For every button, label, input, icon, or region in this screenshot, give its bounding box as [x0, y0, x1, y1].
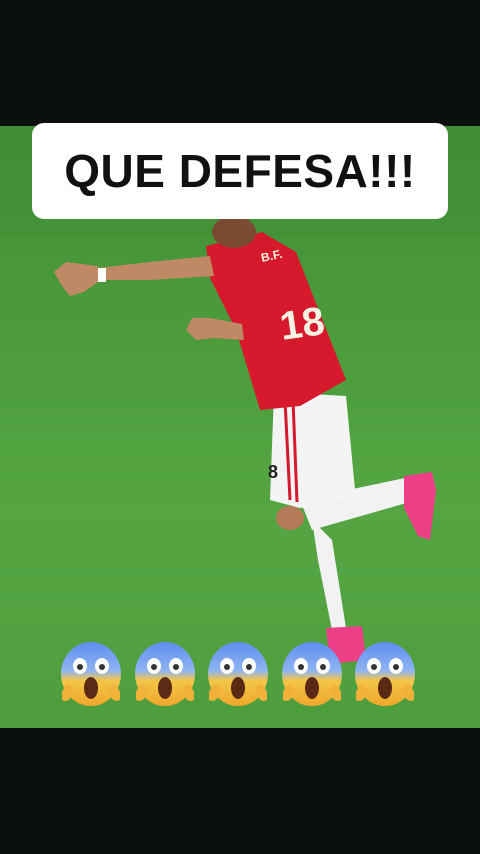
shorts	[270, 392, 356, 508]
screaming-in-fear-icon	[134, 642, 195, 706]
pink-boot	[404, 472, 436, 540]
extended-arm	[98, 256, 214, 280]
screaming-in-fear-icon	[355, 642, 415, 706]
knee	[276, 506, 304, 530]
video-frame: 8 18 B.F. QUE DEFESA!!!	[0, 0, 480, 854]
shirt-number: 18	[277, 299, 327, 349]
reaction-emoji-row	[58, 638, 418, 714]
screaming-in-fear-icon	[281, 642, 342, 706]
hand	[54, 262, 98, 296]
shorts-number: 8	[268, 462, 278, 482]
top-letterbox	[0, 0, 480, 126]
screaming-in-fear-icon	[61, 642, 121, 706]
standing-leg	[312, 520, 356, 640]
caption-text: QUE DEFESA!!!	[64, 145, 416, 197]
screaming-in-fear-icon	[208, 642, 268, 706]
player-head	[212, 216, 256, 248]
bottom-letterbox	[0, 728, 480, 854]
caption-box: QUE DEFESA!!!	[32, 123, 448, 219]
